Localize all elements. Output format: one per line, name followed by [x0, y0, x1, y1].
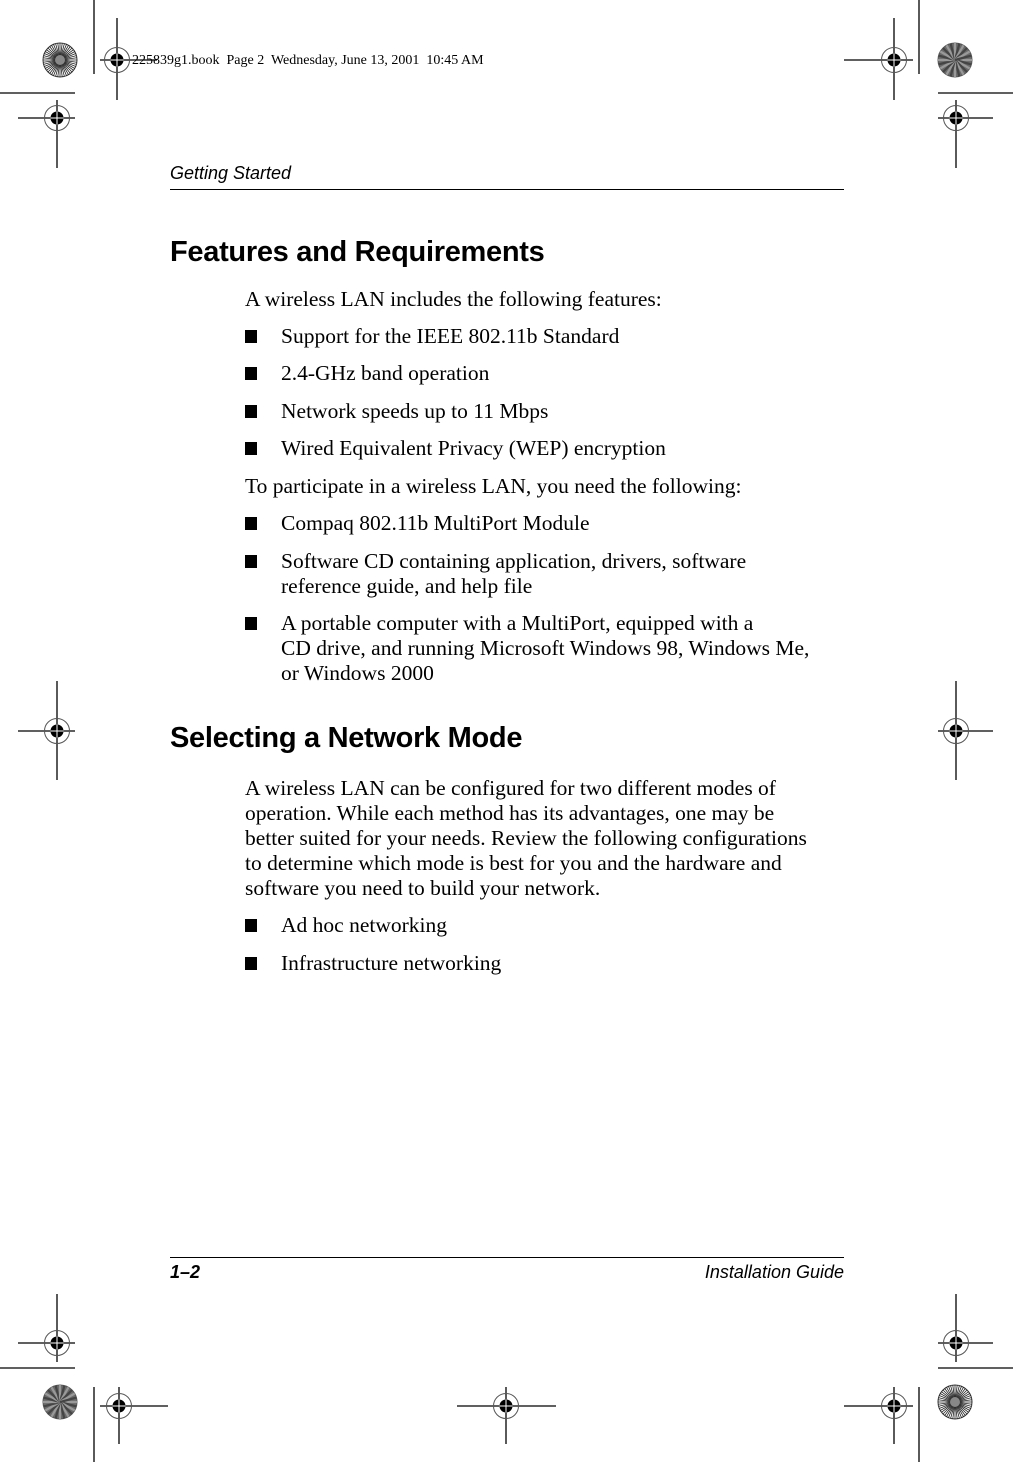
book-slug: 225839g1.book Page 2 Wednesday, June 13,…: [132, 53, 484, 68]
color-wheel-icon: [42, 1384, 78, 1420]
bullet-square-icon: [245, 957, 257, 970]
bullet-square-icon: [245, 442, 257, 455]
page-number: 1–2: [170, 1262, 201, 1282]
header-rule: [170, 189, 844, 190]
book-title: Installation Guide: [704, 1262, 844, 1282]
features-intro: A wireless LAN includes the following fe…: [245, 287, 662, 311]
color-wheel-icon: [42, 42, 78, 78]
section-heading-network-mode: Selecting a Network Mode: [170, 722, 523, 754]
bullet-square-icon: [245, 555, 257, 568]
footer-rule: [170, 1257, 844, 1258]
bullet-square-icon: [245, 919, 257, 932]
bullet-square-icon: [245, 405, 257, 418]
requirements-intro: To participate in a wireless LAN, you ne…: [245, 474, 742, 498]
bullet-square-icon: [245, 330, 257, 343]
running-head: Getting Started: [170, 163, 292, 183]
color-wheel-icon: [937, 1384, 973, 1420]
bullet-square-icon: [245, 617, 257, 630]
color-wheel-icon: [937, 42, 973, 78]
section-heading-features: Features and Requirements: [170, 236, 545, 268]
bullet-square-icon: [245, 367, 257, 380]
bullet-square-icon: [245, 517, 257, 530]
network-mode-paragraph: A wireless LAN can be configured for two…: [245, 776, 807, 900]
